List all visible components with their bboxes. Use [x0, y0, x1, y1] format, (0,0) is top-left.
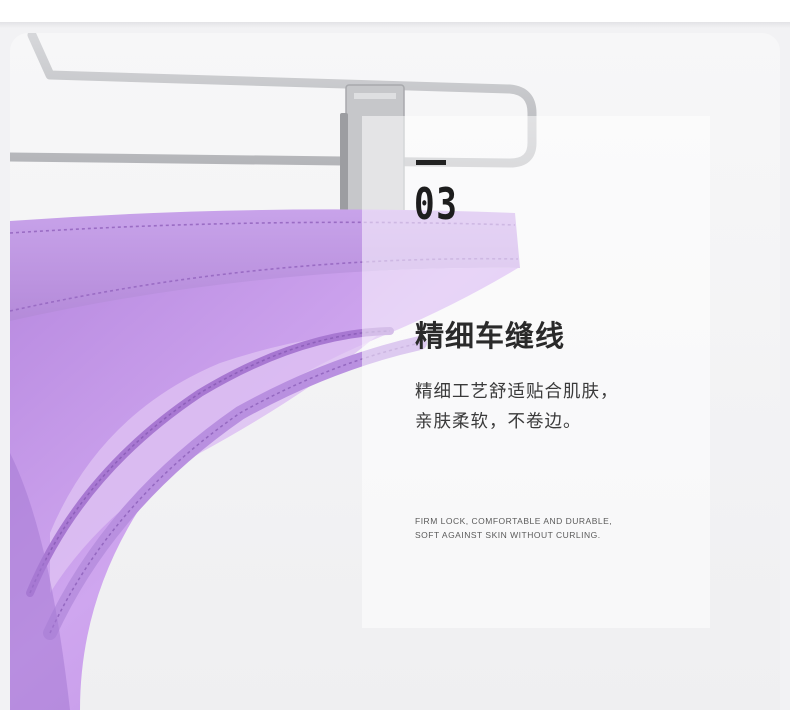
- description-line: 精细工艺舒适贴合肌肤，: [415, 382, 619, 402]
- english-line: FIRM LOCK, COMFORTABLE AND DURABLE,: [415, 516, 613, 526]
- section-number: 03: [414, 179, 459, 230]
- section-dash: [416, 160, 446, 165]
- english-caption: FIRM LOCK, COMFORTABLE AND DURABLE, SOFT…: [415, 514, 612, 542]
- top-band: [0, 0, 790, 22]
- section-heading: 精细车缝线: [415, 319, 566, 353]
- top-band-shadow: [0, 22, 790, 28]
- section-description: 精细工艺舒适贴合肌肤， 亲肤柔软，不卷边。: [415, 377, 619, 437]
- english-line: SOFT AGAINST SKIN WITHOUT CURLING.: [415, 530, 601, 540]
- description-line: 亲肤柔软，不卷边。: [415, 412, 582, 432]
